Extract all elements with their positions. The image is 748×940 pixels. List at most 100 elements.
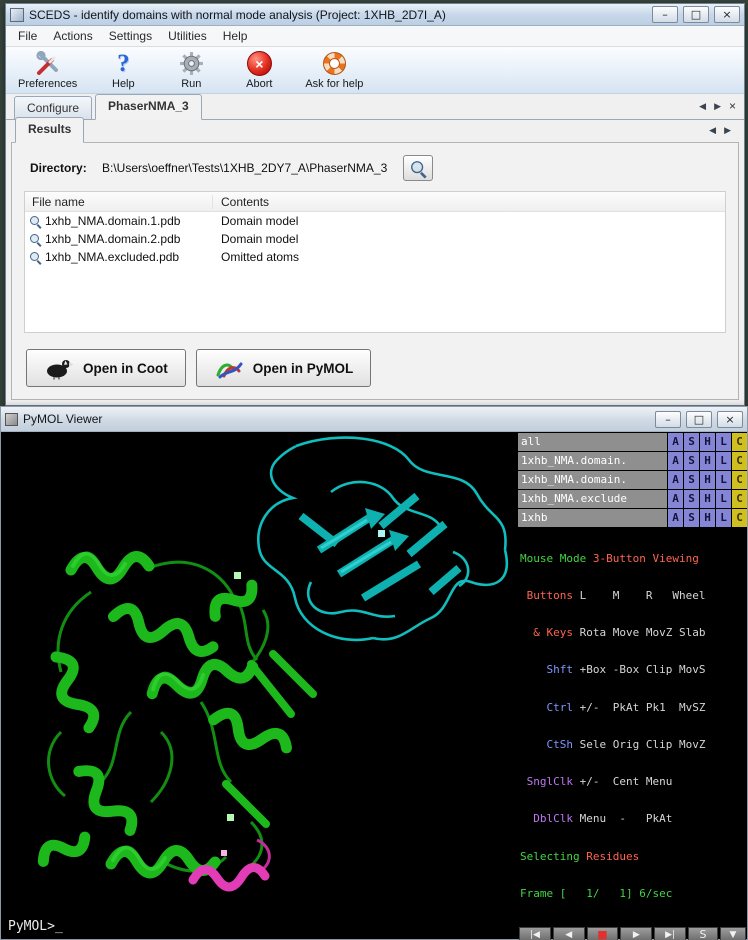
playback-controls: |◀ ◀ ■ ▶ ▶| S ▼ [518,925,747,940]
label-button[interactable]: L [716,433,731,451]
color-button[interactable]: C [732,490,747,508]
close-button[interactable]: × [717,411,743,428]
table-row[interactable]: 1xhb_NMA.domain.1.pdb Domain model [25,212,725,230]
selecting-label[interactable]: Selecting [520,850,586,863]
selection-marker [221,850,227,856]
table-row[interactable]: 1xhb_NMA.excluded.pdb Omitted atoms [25,248,725,266]
mouse-line-value: Sele Orig Clip MovZ [580,738,706,751]
pymol-app-icon [5,413,18,426]
pymol-command-prompt[interactable]: PyMOL>_ [8,919,63,934]
tab-prev-icon[interactable]: ◀ [699,101,706,112]
label-button[interactable]: L [716,452,731,470]
browse-directory-button[interactable] [403,155,433,181]
menu-help[interactable]: Help [215,26,256,46]
file-contents: Domain model [213,214,725,228]
step-back-button[interactable]: ◀ [553,927,585,940]
action-buttons: Open in Coot Open in PyMOL [26,349,726,387]
hide-button[interactable]: H [700,433,715,451]
show-button[interactable]: S [684,471,699,489]
show-button[interactable]: S [684,452,699,470]
color-button[interactable]: C [732,433,747,451]
menu-file[interactable]: File [10,26,45,46]
label-button[interactable]: L [716,471,731,489]
tab-next-icon[interactable]: ▶ [714,101,721,112]
magnifier-icon[interactable] [29,215,42,228]
show-button[interactable]: S [684,509,699,527]
object-name[interactable]: 1xhb_NMA.domain. [518,471,667,489]
object-row: 1xhb_NMA.exclude A S H L C [518,490,747,508]
action-button[interactable]: A [668,471,683,489]
file-contents: Omitted atoms [213,250,725,264]
object-row: 1xhb_NMA.domain. A S H L C [518,471,747,489]
object-row: all A S H L C [518,433,747,451]
tab-phasernma3[interactable]: PhaserNMA_3 [95,94,202,120]
label-button[interactable]: L [716,509,731,527]
file-name: 1xhb_NMA.excluded.pdb [45,250,179,264]
hide-button[interactable]: H [700,471,715,489]
inner-tab-prev-icon[interactable]: ◀ [709,125,716,136]
menu-settings[interactable]: Settings [101,26,160,46]
tools-icon [35,51,61,77]
toolbar: Preferences ? Help Run [6,47,744,94]
object-name[interactable]: 1xhb_NMA.exclude [518,490,667,508]
mouse-line-label: SnglClk [520,775,580,788]
run-button[interactable]: Run [169,51,213,90]
object-row: 1xhb A S H L C [518,509,747,527]
open-in-pymol-button[interactable]: Open in PyMOL [196,349,372,387]
scene-button[interactable]: S [688,927,718,940]
object-name[interactable]: all [518,433,667,451]
selecting-value[interactable]: Residues [586,850,639,863]
tab-close-icon[interactable]: × [729,102,736,111]
hide-button[interactable]: H [700,452,715,470]
open-in-coot-button[interactable]: Open in Coot [26,349,186,387]
mouse-line-value: Rota Move MovZ Slab [580,626,706,639]
stop-button[interactable]: ■ [587,927,619,940]
minimize-button[interactable]: – [655,411,681,428]
go-to-end-button[interactable]: ▶| [654,927,686,940]
preferences-button[interactable]: Preferences [18,51,77,90]
magnifier-icon[interactable] [29,251,42,264]
main-tabbar: Configure PhaserNMA_3 ◀ ▶ × [6,94,744,120]
maximize-button[interactable]: □ [683,6,709,23]
ask-for-help-button[interactable]: Ask for help [305,51,363,90]
menu-utilities[interactable]: Utilities [160,26,215,46]
close-button[interactable]: × [714,6,740,23]
show-button[interactable]: S [684,490,699,508]
sceds-titlebar[interactable]: SCEDS - identify domains with normal mod… [6,4,744,26]
ask-for-help-label: Ask for help [305,78,363,90]
color-button[interactable]: C [732,471,747,489]
action-button[interactable]: A [668,452,683,470]
pymol-window: PyMOL Viewer – □ × [0,406,748,940]
show-button[interactable]: S [684,433,699,451]
play-button[interactable]: ▶ [620,927,652,940]
maximize-button[interactable]: □ [686,411,712,428]
selection-marker [378,530,385,537]
tab-configure[interactable]: Configure [14,96,92,119]
abort-button[interactable]: × Abort [237,51,281,90]
file-contents: Domain model [213,232,725,246]
object-name[interactable]: 1xhb [518,509,667,527]
label-button[interactable]: L [716,490,731,508]
tab-results[interactable]: Results [15,117,84,143]
color-button[interactable]: C [732,452,747,470]
pymol-titlebar[interactable]: PyMOL Viewer – □ × [1,407,747,432]
action-button[interactable]: A [668,433,683,451]
molecule-viewport[interactable]: PyMOL>_ [1,432,518,939]
hide-button[interactable]: H [700,509,715,527]
menu-actions[interactable]: Actions [45,26,100,46]
table-row[interactable]: 1xhb_NMA.domain.2.pdb Domain model [25,230,725,248]
hide-button[interactable]: H [700,490,715,508]
panel-menu-button[interactable]: ▼ [720,927,746,940]
inner-tab-next-icon[interactable]: ▶ [724,125,731,136]
action-button[interactable]: A [668,509,683,527]
magnifier-icon[interactable] [29,233,42,246]
color-button[interactable]: C [732,509,747,527]
frame-value: 1/ 1] 6/sec [573,887,672,900]
go-to-start-button[interactable]: |◀ [519,927,551,940]
open-in-pymol-label: Open in PyMOL [253,361,354,376]
minimize-button[interactable]: – [652,6,678,23]
object-name[interactable]: 1xhb_NMA.domain. [518,452,667,470]
sceds-window-title: SCEDS - identify domains with normal mod… [29,8,647,22]
help-button[interactable]: ? Help [101,51,145,90]
action-button[interactable]: A [668,490,683,508]
